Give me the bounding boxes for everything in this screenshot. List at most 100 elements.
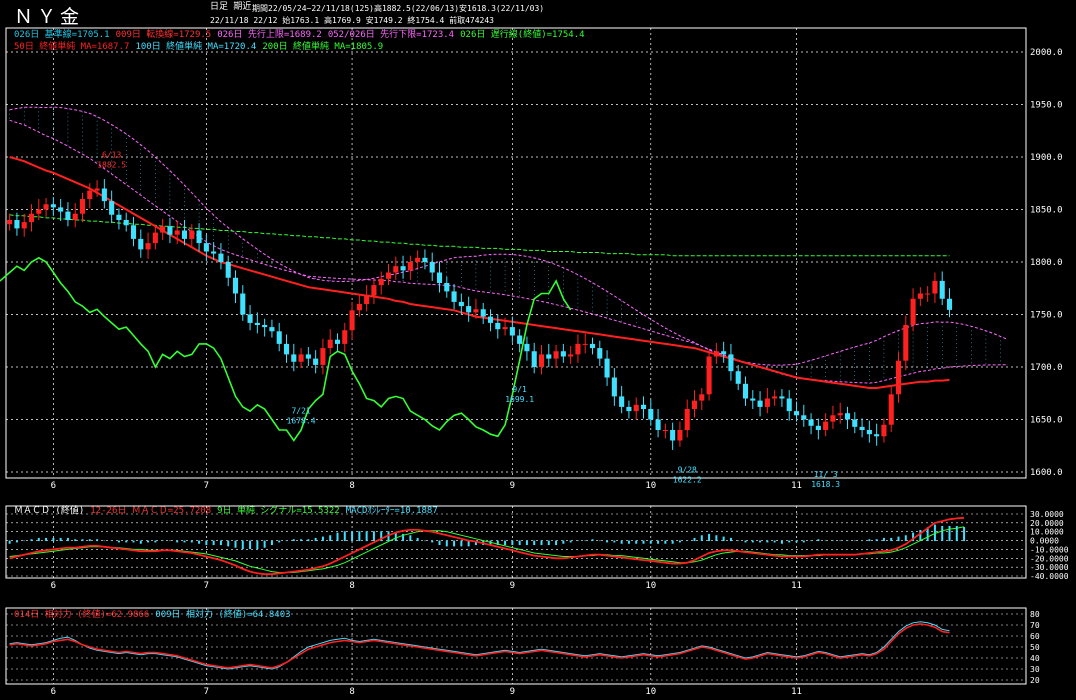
candle-body xyxy=(611,377,617,397)
macd-histogram-bar xyxy=(664,540,667,544)
macd-histogram-bar xyxy=(74,539,77,542)
candle-body xyxy=(925,293,931,295)
candle-body xyxy=(189,230,195,239)
candle-body xyxy=(313,358,319,365)
candle-body xyxy=(247,314,253,323)
macd-histogram-bar xyxy=(598,540,601,542)
candle-body xyxy=(211,251,217,254)
annotation-date: 9/28 xyxy=(678,466,697,475)
candle-body xyxy=(932,280,938,294)
candle-body xyxy=(291,354,297,362)
macd-histogram-bar xyxy=(394,532,397,542)
candle-body xyxy=(58,207,64,212)
macd-histogram-bar xyxy=(431,540,434,543)
macd-histogram-bar xyxy=(941,525,944,542)
candle-body xyxy=(509,327,515,336)
candle-body xyxy=(910,298,916,325)
macd-histogram-bar xyxy=(766,540,769,543)
macd-histogram-bar xyxy=(219,540,222,546)
macd-histogram-bar xyxy=(139,540,142,544)
candle-body xyxy=(371,285,377,296)
month-tick-label: 8 xyxy=(349,687,354,697)
candle-body xyxy=(721,351,727,355)
macd-y-tick-label: -20.0000 xyxy=(1030,554,1069,563)
macd-histogram-bar xyxy=(423,540,426,542)
candle-body xyxy=(196,230,202,244)
candle-body xyxy=(888,394,894,425)
macd-histogram-bar xyxy=(445,540,448,547)
candle-body xyxy=(903,325,909,361)
macd-line xyxy=(9,516,965,576)
macd-histogram-bar xyxy=(161,540,164,542)
macd-histogram-bar xyxy=(846,540,849,542)
month-tick-label: 7 xyxy=(204,481,209,491)
candle-body xyxy=(640,404,647,409)
macd-histogram-bar xyxy=(817,539,820,542)
macd-histogram-bar xyxy=(343,531,346,542)
candle-body xyxy=(553,351,559,359)
macd-histogram-bar xyxy=(270,540,273,546)
main-y-tick-label: 1850.0 xyxy=(1030,206,1063,216)
candle-body xyxy=(327,339,333,349)
candle-body xyxy=(254,322,260,325)
candle-body xyxy=(21,222,27,229)
candle-body xyxy=(94,188,100,191)
macd-histogram-bar xyxy=(234,540,237,548)
rsi9-line xyxy=(9,621,950,670)
candle-body xyxy=(757,400,763,407)
macd-histogram-bar xyxy=(948,525,951,542)
candle-body xyxy=(779,396,785,399)
annotation-value: 1678.4 xyxy=(287,417,316,426)
macd-histogram-bar xyxy=(81,539,84,542)
candle-body xyxy=(713,351,719,357)
annotation-value: 1622.2 xyxy=(673,476,702,485)
macd-histogram-bar xyxy=(810,540,813,542)
macd-histogram-bar xyxy=(168,540,171,542)
month-tick-label: 9 xyxy=(510,481,515,491)
candle-body xyxy=(917,293,923,299)
macd-histogram-bar xyxy=(525,540,528,546)
macd-histogram-bar xyxy=(853,540,856,542)
macd-histogram-bar xyxy=(227,540,230,547)
macd-histogram-bar xyxy=(897,536,900,542)
macd-histogram-bar xyxy=(904,535,907,542)
candle-body xyxy=(305,354,311,359)
macd-y-tick-label: 20.0000 xyxy=(1030,519,1064,528)
macd-histogram-bar xyxy=(919,529,922,542)
candle-body xyxy=(407,262,413,271)
candle-body xyxy=(225,262,231,278)
month-tick-label: 10 xyxy=(645,687,656,697)
macd-histogram-bar xyxy=(831,540,834,542)
macd-histogram-bar xyxy=(547,540,550,546)
candle-body xyxy=(830,415,836,422)
chart-svg[interactable]: 6 7 8 9 10 11 6 7 8 9 10 11 6 7 8 9 10 11 2000.0 1950.0 1900… xyxy=(0,0,1076,700)
candle-body xyxy=(582,343,588,345)
macd-histogram-bar xyxy=(562,540,565,544)
candle-body xyxy=(436,272,443,283)
candle-body xyxy=(342,330,348,344)
macd-histogram-bar xyxy=(117,540,120,543)
macd-histogram-bar xyxy=(300,539,303,542)
macd-histogram-bar xyxy=(868,539,871,542)
month-tick-label: 10 xyxy=(645,581,656,591)
macd-histogram-bar xyxy=(438,540,441,546)
macd-histogram-bar xyxy=(678,540,681,543)
candle-body xyxy=(662,430,668,431)
macd-histogram-bar xyxy=(314,537,317,542)
macd-histogram-bar xyxy=(751,540,754,543)
macd-histogram-bar xyxy=(649,540,652,544)
candle-body xyxy=(786,398,792,412)
macd-histogram-bar xyxy=(773,540,776,543)
macd-histogram-bar xyxy=(533,540,536,546)
macd-histogram-bar xyxy=(59,537,62,542)
candle-body xyxy=(575,343,581,355)
macd-histogram-bar xyxy=(263,540,266,548)
rsi-y-tick-label: 60 xyxy=(1030,632,1040,641)
candle-body xyxy=(655,419,661,430)
chart-window: ＮＹ金 日足 期近 期間22/05/24~22/11/18(125)高1882.… xyxy=(0,0,1076,700)
month-tick-label: 6 xyxy=(51,687,56,697)
candle-body xyxy=(852,419,858,427)
candle-body xyxy=(218,253,224,262)
candle-body xyxy=(145,243,151,250)
candle-body xyxy=(203,243,209,252)
